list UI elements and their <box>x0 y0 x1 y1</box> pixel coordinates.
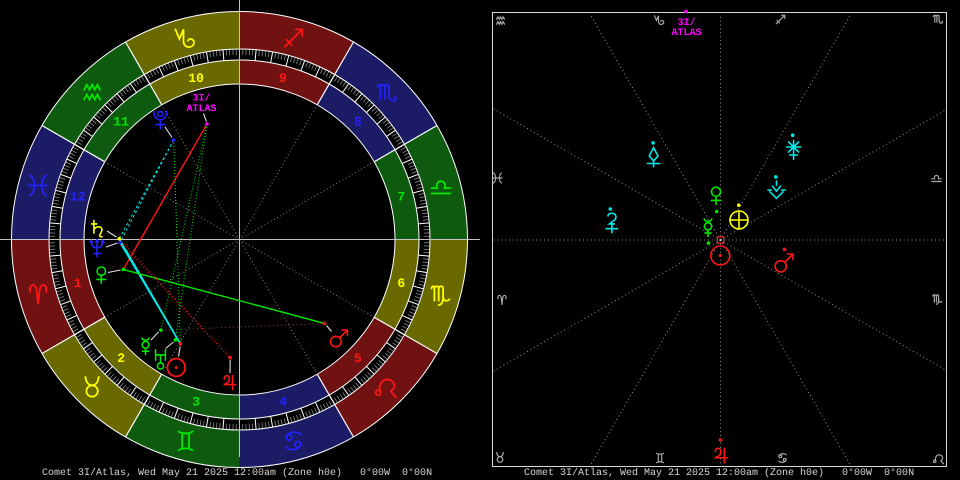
svg-text:2: 2 <box>117 351 125 366</box>
svg-text:10: 10 <box>188 71 204 86</box>
svg-text:5: 5 <box>354 351 362 366</box>
svg-text:12: 12 <box>70 189 86 204</box>
svg-text:Comet 3I/Atlas, Wed May 21 202: Comet 3I/Atlas, Wed May 21 2025 12:00am … <box>524 467 914 479</box>
svg-text:9: 9 <box>279 71 287 86</box>
svg-text:ATLAS: ATLAS <box>186 104 216 115</box>
svg-text:7: 7 <box>397 189 405 204</box>
svg-text:ATLAS: ATLAS <box>671 28 701 39</box>
svg-text:Comet 3I/Atlas, Wed May 21 202: Comet 3I/Atlas, Wed May 21 2025 12:00am … <box>42 467 432 479</box>
svg-text:8: 8 <box>354 114 362 129</box>
svg-text:1: 1 <box>74 276 82 291</box>
svg-text:3I/: 3I/ <box>192 93 210 105</box>
svg-text:6: 6 <box>397 276 405 291</box>
svg-text:4: 4 <box>279 395 287 410</box>
svg-text:11: 11 <box>113 114 129 129</box>
svg-text:3: 3 <box>192 395 200 410</box>
